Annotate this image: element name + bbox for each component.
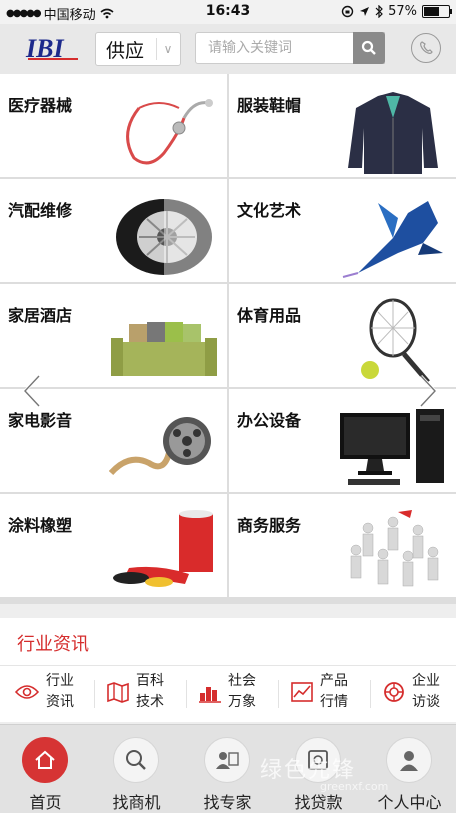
industry-news-section: 行业资讯 行业 资讯 百科 技术 社会 万象 产品 行情 企业 访谈: [0, 618, 456, 722]
category-coatings-plastics[interactable]: 涂料橡塑: [0, 494, 227, 597]
category-label: 家居酒店: [8, 306, 73, 325]
nav-label: 找专家: [203, 793, 252, 812]
chevron-right-icon: [419, 374, 438, 408]
eye-icon: [14, 685, 40, 699]
category-culture-art[interactable]: 文化艺术: [229, 179, 456, 282]
dropdown-value: 供应: [106, 39, 145, 62]
category-dropdown[interactable]: 供应 ∨: [95, 32, 181, 66]
separator: [94, 680, 95, 708]
sofa-image: [111, 322, 217, 376]
lifebuoy-icon: [384, 682, 404, 702]
category-auto[interactable]: 汽配维修: [0, 179, 227, 282]
category-label: 涂料橡塑: [8, 516, 73, 535]
ibi-logo[interactable]: IBI: [24, 33, 82, 63]
separator: [370, 680, 371, 708]
film-reel-image: [109, 417, 211, 476]
bluetooth-icon: [375, 5, 383, 18]
news-item-label: 产品 行情: [320, 673, 348, 710]
home-icon: [22, 737, 68, 783]
map-book-icon: [107, 682, 129, 703]
bottom-nav: 首页 找商机 找专家 找贷款 个人中心: [0, 724, 456, 813]
category-label: 商务服务: [237, 516, 302, 535]
category-label: 服装鞋帽: [237, 96, 302, 115]
next-arrow[interactable]: [416, 374, 440, 408]
category-label: 文化艺术: [237, 201, 302, 220]
hummingbird-art-image: [342, 201, 443, 278]
computer-image: [340, 409, 444, 485]
category-label: 家电影音: [8, 411, 73, 430]
section-title: 行业资讯: [17, 634, 89, 655]
prev-arrow[interactable]: [20, 374, 44, 408]
separator: [186, 680, 187, 708]
category-apparel[interactable]: 服装鞋帽: [229, 74, 456, 177]
paint-cans-image: [113, 510, 213, 587]
chevron-down-icon: ∨: [156, 38, 179, 60]
news-item-industry-info[interactable]: 行业 资讯: [14, 670, 76, 714]
news-item-label: 百科 技术: [136, 673, 164, 710]
expert-icon: [204, 737, 250, 783]
category-sports[interactable]: 体育用品: [229, 284, 456, 387]
category-business-services[interactable]: 商务服务: [229, 494, 456, 597]
news-item-label: 行业 资讯: [46, 673, 74, 710]
search-button[interactable]: [353, 32, 385, 64]
category-label: 汽配维修: [8, 201, 73, 220]
category-grid: 医疗器械 服装鞋帽 汽配维修 文化艺术 家居酒店 体育用品 家电影音 办公设备 …: [0, 74, 456, 604]
top-header: IBI 供应 ∨: [0, 24, 456, 74]
watermark-sub: greenxf.com: [320, 780, 389, 793]
location-icon: [360, 7, 370, 16]
news-item-interview[interactable]: 企业 访谈: [382, 670, 442, 714]
status-bar: ●●●●● 中国移动 16:43 57%: [0, 0, 456, 24]
tire-image: [116, 197, 216, 277]
category-label: 办公设备: [237, 411, 302, 430]
business-people-image: [350, 510, 439, 587]
nav-label: 找商机: [112, 793, 161, 812]
category-home-hotel[interactable]: 家居酒店: [0, 284, 227, 387]
jacket-image: [348, 92, 438, 174]
search-input[interactable]: [206, 39, 360, 57]
stethoscope-image: [126, 99, 213, 165]
nav-profile[interactable]: 个人中心: [364, 725, 455, 813]
nav-home[interactable]: 首页: [0, 725, 91, 813]
category-medical[interactable]: 医疗器械: [0, 74, 227, 177]
search-icon: [361, 40, 376, 55]
lock-rotation-icon: [341, 5, 354, 18]
phone-icon: [420, 41, 433, 54]
news-item-market[interactable]: 产品 行情: [290, 670, 350, 714]
battery-icon: [422, 5, 452, 18]
nav-label: 首页: [29, 793, 62, 812]
chevron-left-icon: [22, 374, 41, 408]
chart-line-icon: [291, 682, 313, 702]
search-icon: [113, 737, 159, 783]
battery-percent: 57%: [388, 4, 417, 19]
news-item-label: 社会 万象: [228, 673, 256, 710]
category-label: 医疗器械: [8, 96, 73, 115]
nav-find-business[interactable]: 找商机: [91, 725, 182, 813]
separator: [278, 680, 279, 708]
news-item-label: 企业 访谈: [412, 673, 440, 710]
news-item-encyclopedia[interactable]: 百科 技术: [106, 670, 166, 714]
news-item-society[interactable]: 社会 万象: [198, 670, 258, 714]
city-icon: [199, 687, 221, 703]
phone-button[interactable]: [411, 33, 441, 63]
divider: [0, 665, 456, 666]
category-label: 体育用品: [237, 306, 302, 325]
tennis-racket-image: [361, 298, 430, 384]
user-icon: [386, 737, 432, 783]
